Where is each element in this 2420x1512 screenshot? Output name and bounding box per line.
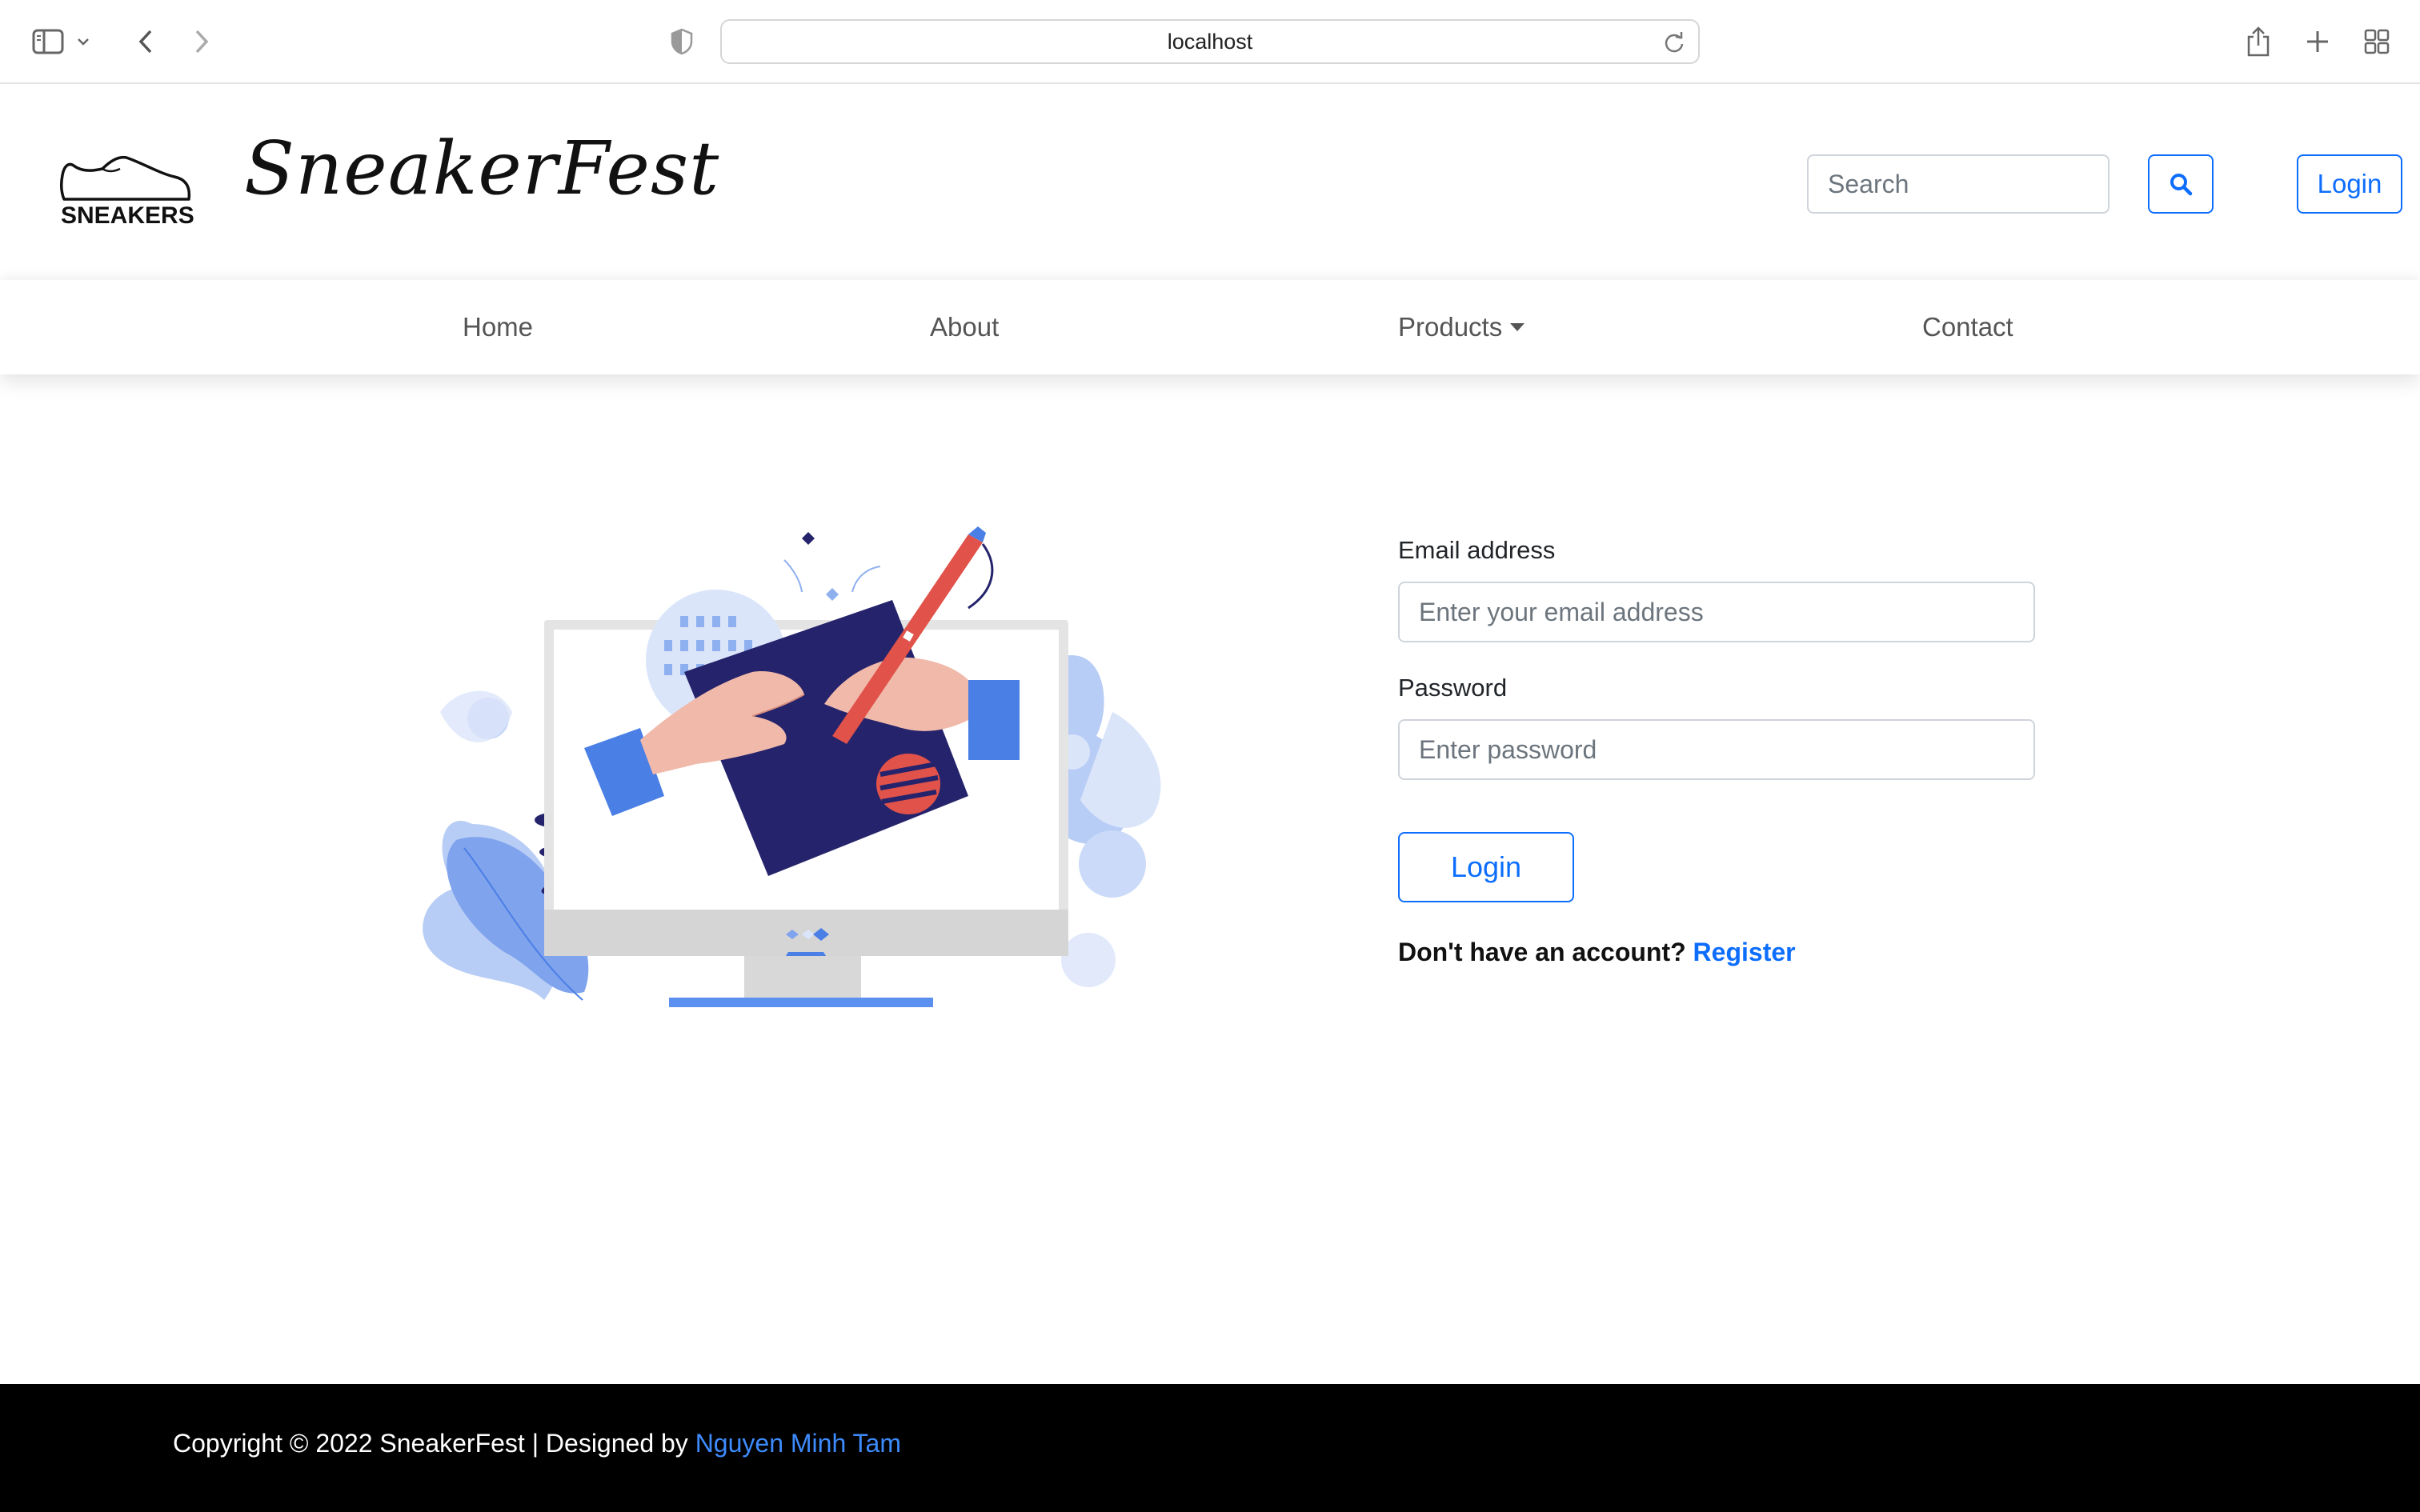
- login-submit-button[interactable]: Login: [1398, 832, 1574, 902]
- chevron-down-icon: [78, 38, 89, 46]
- nav-item-contact[interactable]: Contact: [1922, 280, 2013, 374]
- privacy-shield-button[interactable]: [658, 18, 706, 66]
- logo-text: SNEAKERS: [61, 202, 194, 229]
- tab-overview-button[interactable]: [2353, 18, 2401, 66]
- brand-name[interactable]: SneakerFest: [244, 126, 719, 211]
- nav-item-label: Home: [463, 312, 534, 342]
- search-input[interactable]: [1807, 154, 2109, 214]
- register-prompt: Don't have an account? Register: [1398, 938, 1796, 967]
- nav-item-products[interactable]: Products: [1398, 280, 1525, 374]
- email-label: Email address: [1398, 536, 1556, 564]
- password-label: Password: [1398, 674, 1508, 702]
- share-icon: [2247, 26, 2270, 57]
- chevron-right-icon: [195, 30, 209, 54]
- shield-icon: [671, 28, 693, 55]
- site-header: SNEAKERS SneakerFest Login: [0, 86, 2420, 280]
- password-field[interactable]: [1398, 719, 2035, 780]
- plus-icon: [2307, 31, 2328, 52]
- nav-item-label: Contact: [1922, 312, 2013, 342]
- sidebar-menu-button[interactable]: [69, 18, 98, 66]
- main-nav: Home About Products Contact: [0, 280, 2420, 374]
- register-prompt-text: Don't have an account?: [1398, 938, 1686, 966]
- sneakers-logo[interactable]: SNEAKERS: [58, 142, 194, 234]
- address-bar[interactable]: localhost: [720, 19, 1700, 64]
- caret-down-icon: [1510, 323, 1525, 331]
- browser-toolbar: localhost: [0, 0, 2420, 84]
- tab-grid-icon: [2364, 29, 2390, 54]
- footer-copyright: Copyright © 2022 SneakerFest | Designed …: [173, 1429, 901, 1458]
- new-tab-button[interactable]: [2294, 18, 2342, 66]
- reload-icon: [1665, 32, 1684, 53]
- forward-button[interactable]: [178, 18, 226, 66]
- nav-item-label: About: [930, 312, 1000, 342]
- sidebar-icon: [32, 29, 64, 54]
- nav-item-home[interactable]: Home: [463, 280, 533, 374]
- reload-button[interactable]: [1663, 30, 1685, 58]
- back-button[interactable]: [122, 18, 170, 66]
- search-button[interactable]: [2148, 154, 2214, 214]
- url-text: localhost: [1167, 29, 1253, 54]
- chevron-left-icon: [138, 30, 152, 54]
- nav-item-label: Products: [1398, 312, 1503, 342]
- search-icon: [2170, 174, 2193, 196]
- site-footer: Copyright © 2022 SneakerFest | Designed …: [0, 1384, 2420, 1512]
- login-illustration: [408, 520, 1176, 1020]
- register-link[interactable]: Register: [1693, 938, 1796, 966]
- header-login-button[interactable]: Login: [2297, 154, 2402, 214]
- email-field[interactable]: [1398, 582, 2035, 642]
- designer-link[interactable]: Nguyen Minh Tam: [695, 1429, 901, 1458]
- copyright-text: Copyright © 2022 SneakerFest | Designed …: [173, 1429, 688, 1458]
- nav-item-about[interactable]: About: [930, 280, 999, 374]
- sidebar-toggle-button[interactable]: [24, 18, 72, 66]
- share-button[interactable]: [2234, 18, 2282, 66]
